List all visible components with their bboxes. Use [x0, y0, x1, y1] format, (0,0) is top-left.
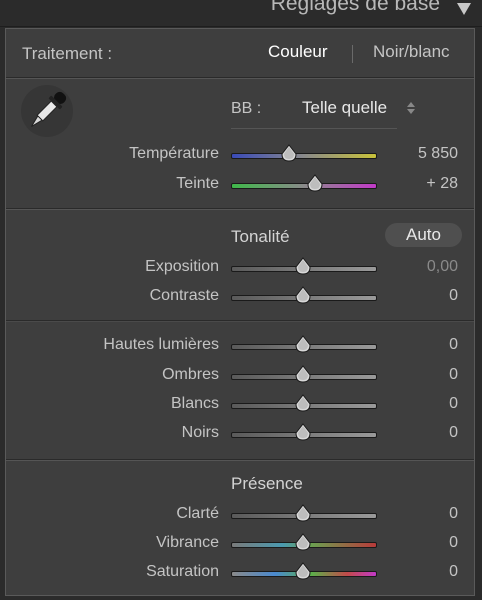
eyedropper-icon — [31, 91, 67, 127]
whites-slider-thumb[interactable] — [295, 394, 311, 412]
contrast-label: Contraste — [149, 287, 219, 304]
clarity-label: Clarté — [176, 505, 219, 522]
saturation-slider-thumb[interactable] — [295, 562, 311, 580]
whites-label: Blancs — [170, 395, 219, 412]
contrast-value[interactable]: 0 — [449, 287, 458, 305]
exposure-slider-thumb[interactable] — [295, 257, 311, 275]
temperature-slider-thumb[interactable] — [281, 144, 297, 162]
treatment-color-option[interactable]: Couleur — [268, 42, 328, 62]
tint-label: Teinte — [176, 175, 219, 192]
temperature-slider-track[interactable] — [231, 153, 377, 159]
saturation-label: Saturation — [146, 563, 219, 580]
exposure-label: Exposition — [145, 258, 219, 275]
basic-settings-panel: Traitement : Couleur Noir/blanc BB : Tel… — [5, 28, 475, 596]
divider — [6, 208, 474, 210]
treatment-label: Traitement : — [22, 44, 113, 63]
highlights-slider-thumb[interactable] — [295, 335, 311, 353]
tint-slider-track[interactable] — [231, 183, 377, 189]
exposure-value[interactable]: 0,00 — [427, 258, 458, 276]
clarity-slider-thumb[interactable] — [295, 504, 311, 522]
treatment-divider — [352, 45, 353, 63]
collapse-triangle-icon[interactable] — [456, 2, 472, 21]
auto-tone-button[interactable]: Auto — [385, 223, 462, 247]
divider — [6, 77, 474, 79]
tint-value[interactable]: + 28 — [426, 175, 458, 193]
temperature-label: Température — [129, 145, 219, 162]
shadows-value[interactable]: 0 — [449, 366, 458, 384]
shadows-slider-thumb[interactable] — [295, 365, 311, 383]
wb-preset-select[interactable]: Telle quelle — [302, 98, 387, 118]
select-arrows-icon[interactable] — [406, 101, 416, 120]
divider — [6, 320, 474, 322]
wb-label: BB : — [231, 100, 262, 117]
treatment-bw-option[interactable]: Noir/blanc — [373, 42, 450, 62]
blacks-slider-thumb[interactable] — [295, 423, 311, 441]
contrast-slider-thumb[interactable] — [295, 286, 311, 304]
highlights-value[interactable]: 0 — [449, 336, 458, 354]
tint-slider-thumb[interactable] — [307, 174, 323, 192]
wb-underline — [231, 128, 397, 129]
saturation-value[interactable]: 0 — [449, 563, 458, 581]
blacks-label: Noirs — [181, 424, 219, 441]
blacks-value[interactable]: 0 — [449, 424, 458, 442]
panel-title: Réglages de base — [270, 0, 440, 15]
highlights-label: Hautes lumières — [103, 336, 219, 353]
panel-header[interactable]: Réglages de base — [0, 0, 482, 27]
white-balance-eyedropper[interactable] — [21, 85, 73, 137]
divider — [6, 459, 474, 461]
whites-value[interactable]: 0 — [449, 395, 458, 413]
clarity-value[interactable]: 0 — [449, 505, 458, 523]
presence-section-title: Présence — [231, 474, 303, 493]
vibrance-label: Vibrance — [156, 534, 219, 551]
vibrance-value[interactable]: 0 — [449, 534, 458, 552]
tone-section-title: Tonalité — [231, 227, 290, 246]
shadows-label: Ombres — [162, 366, 219, 383]
temperature-value[interactable]: 5 850 — [418, 145, 458, 163]
vibrance-slider-thumb[interactable] — [295, 533, 311, 551]
